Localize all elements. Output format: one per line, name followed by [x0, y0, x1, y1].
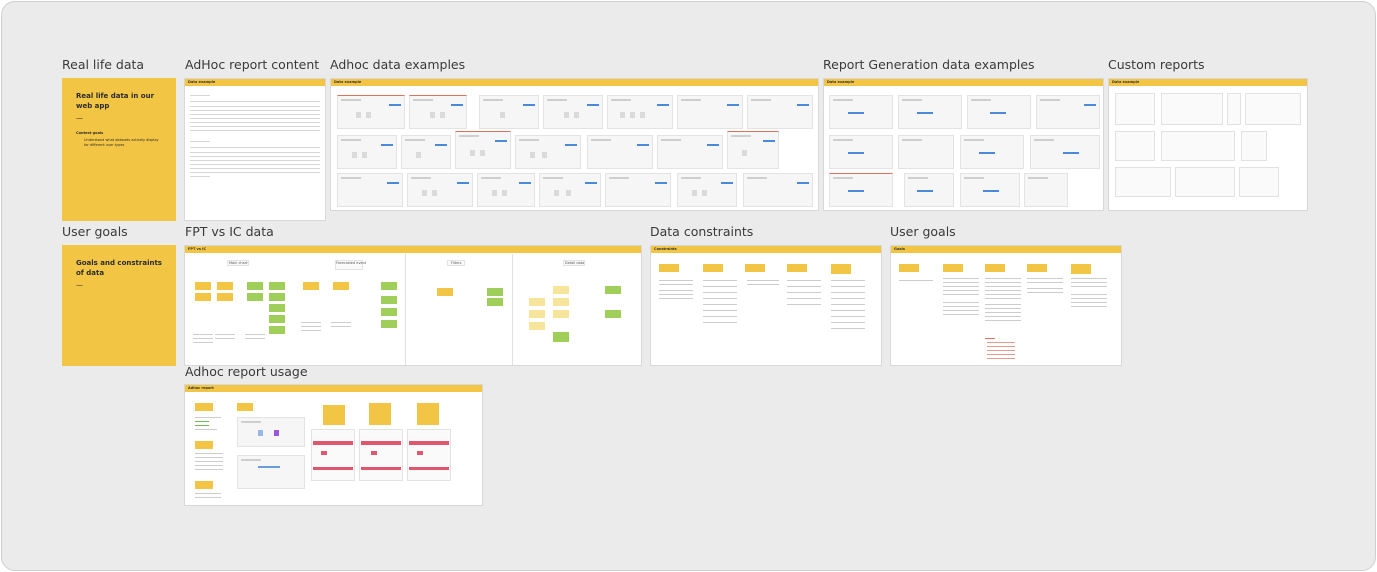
frame-adhoc-report-usage[interactable]: Adhoc report: [184, 384, 483, 506]
thumbnail-screen[interactable]: [1036, 95, 1100, 129]
thumbnail-screen[interactable]: [409, 95, 467, 129]
sticky-text: Understand what datasets actively displa…: [84, 138, 159, 147]
frame-header: Data example: [331, 79, 818, 86]
frame-adhoc-data-examples[interactable]: Data example: [330, 78, 819, 211]
fpt-section-main-chart: Main chart: [229, 261, 248, 265]
thumbnail-screen[interactable]: [960, 135, 1024, 169]
section-label-report-generation-data-examples: Report Generation data examples: [823, 57, 1035, 72]
thumbnail-screen[interactable]: [1030, 135, 1100, 169]
sticky-note-goals-and-constraints[interactable]: Goals and constraints of data —: [62, 245, 176, 366]
thumbnail-screen[interactable]: [677, 95, 743, 129]
thumbnail-screen[interactable]: [898, 95, 962, 129]
thumbnail-screen[interactable]: [337, 95, 405, 129]
thumbnail-screen[interactable]: [455, 131, 511, 169]
frame-header: Data example: [1109, 79, 1307, 86]
thumbnail-screen[interactable]: [967, 95, 1031, 129]
thumbnail-screen[interactable]: [960, 173, 1020, 207]
frame-header: Data example: [824, 79, 1103, 86]
thumbnail-screen[interactable]: [479, 95, 539, 129]
thumbnail-screen[interactable]: [337, 173, 403, 207]
thumbnail-screen[interactable]: [657, 135, 723, 169]
section-label-adhoc-report-content: AdHoc report content: [185, 57, 320, 72]
frame-report-generation-data-examples[interactable]: Data example: [823, 78, 1104, 211]
thumbnail-screen[interactable]: [539, 173, 601, 207]
frame-fpt-vs-ic[interactable]: FPT vs IC Main chart Forecasted event Fi…: [184, 245, 642, 366]
sticky-dash: —: [76, 114, 83, 122]
thumbnail-screen[interactable]: [543, 95, 603, 129]
frame-data-constraints[interactable]: Constraints: [650, 245, 882, 366]
frame-header: Adhoc report: [185, 385, 482, 392]
section-label-user-goals-left: User goals: [62, 224, 128, 239]
thumbnail-screen[interactable]: [607, 95, 673, 129]
sticky-subtitle: Context goals: [76, 131, 104, 135]
frame-header: Goals: [891, 246, 1121, 253]
section-label-user-goals: User goals: [890, 224, 956, 239]
thumbnail-screen[interactable]: [898, 135, 954, 169]
fpt-section-detail-data: Detail data: [565, 261, 585, 265]
thumbnail-screen[interactable]: [515, 135, 581, 169]
fpt-section-forecasted-event: Forecasted event: [336, 261, 367, 265]
thumbnail-screen[interactable]: [237, 417, 305, 447]
frame-header: FPT vs IC: [185, 246, 641, 253]
section-label-adhoc-report-usage: Adhoc report usage: [185, 364, 308, 379]
thumbnail-screen[interactable]: [337, 135, 397, 169]
thumbnail-screen[interactable]: [747, 95, 813, 129]
section-label-fpt-vs-ic-data: FPT vs IC data: [185, 224, 274, 239]
thumbnail-screen[interactable]: [401, 135, 451, 169]
thumbnail-screen[interactable]: [477, 173, 535, 207]
frame-header: Constraints: [651, 246, 881, 253]
sticky-title: Real life data in our web app: [76, 92, 155, 110]
thumbnail-screen[interactable]: [605, 173, 671, 207]
frame-custom-reports[interactable]: Data example: [1108, 78, 1308, 211]
section-label-real-life-data: Real life data: [62, 57, 145, 72]
sticky-title: Goals and constraints of data: [76, 259, 162, 277]
fpt-section-filters: Filters: [451, 261, 462, 265]
section-label-data-constraints: Data constraints: [650, 224, 754, 239]
thumbnail-screen[interactable]: [237, 455, 305, 489]
thumbnail-screen[interactable]: [904, 173, 954, 207]
thumbnail-screen[interactable]: [829, 135, 893, 169]
thumbnail-screen[interactable]: [727, 131, 779, 169]
frame-user-goals[interactable]: Goals: [890, 245, 1122, 366]
thumbnail-screen[interactable]: [829, 173, 893, 207]
sticky-dash: —: [76, 281, 83, 289]
thumbnail-screen[interactable]: [677, 173, 737, 207]
section-label-custom-reports: Custom reports: [1108, 57, 1205, 72]
section-label-adhoc-data-examples: Adhoc data examples: [330, 57, 466, 72]
thumbnail-screen[interactable]: [743, 173, 813, 207]
thumbnail-screen[interactable]: [587, 135, 653, 169]
thumbnail-screen[interactable]: [829, 95, 893, 129]
frame-adhoc-report-content[interactable]: Data example: [184, 78, 326, 221]
frame-header: Data example: [185, 79, 325, 86]
thumbnail-screen[interactable]: [1024, 173, 1068, 207]
sticky-note-real-life-data[interactable]: Real life data in our web app — Context …: [62, 78, 176, 221]
thumbnail-screen[interactable]: [407, 173, 473, 207]
